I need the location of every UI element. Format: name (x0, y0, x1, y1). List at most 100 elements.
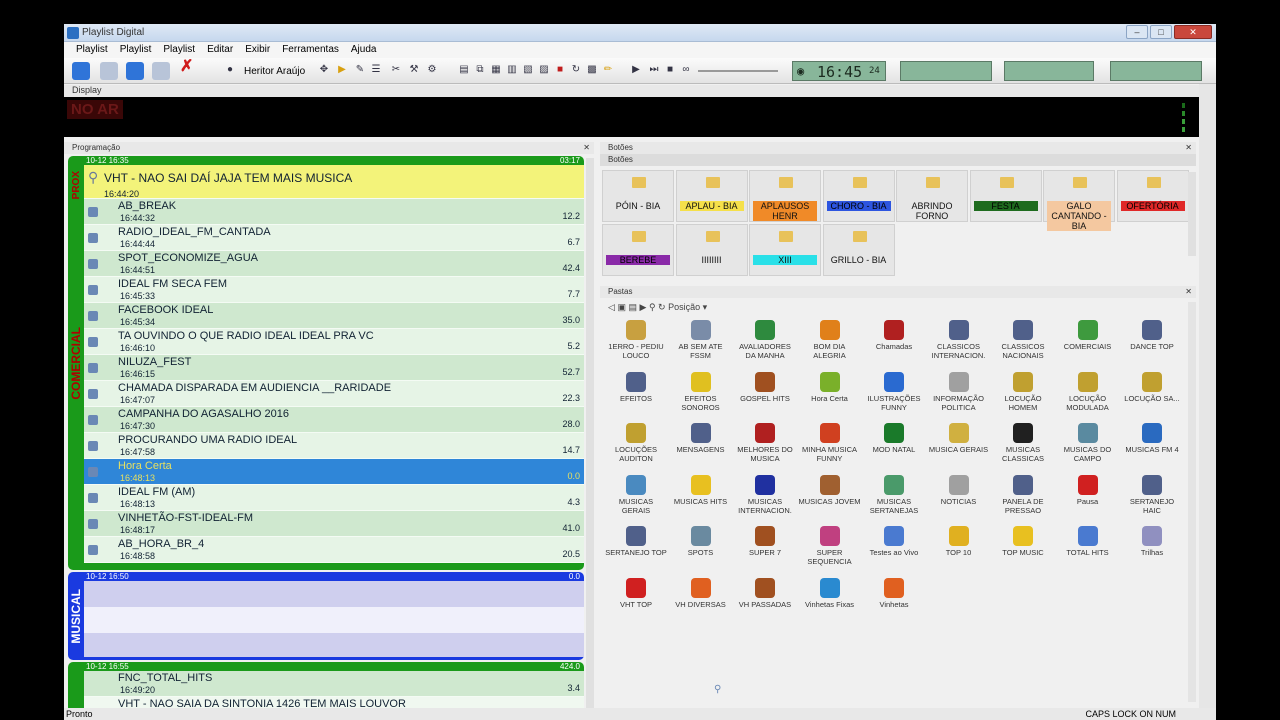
folder-item[interactable]: AVALIADORES DA MANHA (733, 320, 797, 372)
table-row[interactable]: FACEBOOK IDEAL 16:45:34 35.0 (84, 303, 584, 329)
folder-item[interactable]: EFEITOS SONOROS (669, 371, 733, 424)
wrench-icon[interactable]: ⚒ (408, 64, 420, 76)
folder-item[interactable]: MUSICAS DO CAMPO (1056, 423, 1120, 475)
folder-item[interactable]: Vinhetas Fixas (798, 577, 862, 630)
folder-item[interactable]: MELHORES DO MUSICA (733, 423, 797, 475)
edit-icon[interactable]: ✎ (354, 64, 366, 76)
empty-slot[interactable] (84, 633, 584, 657)
folder-item[interactable]: CLASSICOS INTERNACION. (927, 320, 991, 372)
table-row[interactable]: TA OUVINDO O QUE RADIO IDEAL IDEAL PRA V… (84, 329, 584, 355)
sound-button[interactable]: BEREBE (602, 224, 674, 276)
folder-item[interactable]: TOTAL HITS (1056, 526, 1120, 578)
folder-item[interactable]: TOP 10 (927, 526, 991, 578)
folder-item[interactable]: COMERCIAIS (1056, 320, 1120, 372)
pencil-icon[interactable]: ✏ (602, 64, 614, 76)
menu-item[interactable]: Playlist (120, 42, 152, 58)
table-row[interactable]: CAMPANHA DO AGASALHO 2016 16:47:30 28.0 (84, 407, 584, 433)
close-button[interactable]: ✕ (1174, 25, 1212, 39)
folder-item[interactable]: 1ERRO - PEDIU LOUCO (604, 320, 668, 372)
folder-item[interactable]: VHT TOP (604, 577, 668, 630)
table-row[interactable]: VINHETÃO-FST-IDEAL-FM 16:48:17 41.0 (84, 511, 584, 537)
folder-item[interactable]: SERTANEJO HAIC (1120, 474, 1184, 527)
record-icon[interactable]: ■ (554, 64, 566, 76)
sound-button[interactable]: GRILLO - BIA (822, 224, 895, 276)
folder-item[interactable]: LOCUÇÃO HOMEM (991, 371, 1055, 424)
sound-button[interactable]: CHORO - BIA (822, 170, 895, 222)
position-select[interactable]: Posição (668, 302, 700, 312)
refresh-icon[interactable]: ↻ (570, 64, 582, 76)
play-icon[interactable]: ▶ (640, 302, 647, 312)
folder-item[interactable]: Trilhas (1120, 526, 1184, 578)
folder-item[interactable]: INFORMAÇÃO POLITICA (927, 371, 991, 424)
image-icon[interactable]: ▨ (538, 64, 550, 76)
scrollbar[interactable] (1188, 302, 1196, 702)
sound-button[interactable]: OFERTÓRIA (1116, 170, 1189, 222)
folder-item[interactable]: BOM DIA ALEGRIA (798, 320, 862, 372)
menu-item[interactable]: Ferramentas (282, 42, 339, 58)
list-item-next[interactable]: ⚲ VHT - NAO SAI DAÍ JAJA TEM MAIS MUSICA… (84, 165, 584, 199)
sound-button[interactable]: XIII (749, 224, 821, 276)
folder-item[interactable]: SUPER SEQUENCIA (798, 526, 862, 578)
folder-item[interactable]: Chamadas (862, 320, 926, 372)
stop-small-icon[interactable]: ■ (664, 64, 676, 76)
folder-item[interactable]: PANELA DE PRESSAO (991, 474, 1055, 527)
folder-item[interactable]: MUSICA GERAIS (927, 423, 991, 475)
maximize-button[interactable]: □ (1150, 25, 1172, 39)
minimize-button[interactable]: – (1126, 25, 1148, 39)
folder-item[interactable]: VH PASSADAS (733, 577, 797, 630)
search-icon[interactable]: ⚲ (714, 684, 721, 695)
scrollbar[interactable] (586, 158, 594, 714)
folder-item[interactable]: SUPER 7 (733, 526, 797, 578)
calendar-icon[interactable]: ▧ (522, 64, 534, 76)
menu-item[interactable]: Ajuda (351, 42, 377, 58)
folder-item[interactable]: LOCUÇÃO MODULADA (1056, 371, 1120, 424)
sound-button[interactable]: GALO CANTANDO - BIA (1043, 170, 1115, 231)
sound-button[interactable]: APLAUSOS HENR (749, 170, 821, 222)
close-icon[interactable]: ✕ (1185, 142, 1192, 154)
folder-item[interactable]: GOSPEL HITS (733, 371, 797, 424)
folder-item[interactable]: SERTANEJO TOP (604, 526, 668, 578)
table-row[interactable]: SPOT_ECONOMIZE_AGUA 16:44:51 42.4 (84, 251, 584, 277)
table-row[interactable]: RADIO_IDEAL_FM_CANTADA 16:44:44 6.7 (84, 225, 584, 251)
table-row[interactable]: NILUZA_FEST 16:46:15 52.7 (84, 355, 584, 381)
scrollbar[interactable] (1188, 172, 1196, 256)
sound-button[interactable]: ABRINDO FORNO (896, 170, 968, 222)
folder-item[interactable]: Pausa (1056, 474, 1120, 527)
pause-button[interactable] (100, 62, 118, 80)
folder-item[interactable]: MUSICAS FM 4 (1120, 423, 1184, 475)
menu-item[interactable]: Editar (207, 42, 233, 58)
folder-item[interactable]: TOP MUSIC (991, 526, 1055, 578)
play-small-icon[interactable]: ▶ (630, 64, 642, 76)
chevron-down-icon[interactable]: ▾ (703, 302, 708, 312)
cancel-icon[interactable]: ✗ (180, 59, 193, 75)
save-icon[interactable]: ▤ (458, 64, 470, 76)
table-row[interactable]: CHAMADA DISPARADA EM AUDIENCIA __RARIDAD… (84, 381, 584, 407)
empty-slot[interactable] (84, 607, 584, 633)
tools-icon[interactable]: ✂ (390, 64, 402, 76)
folder-item[interactable]: LOCUÇÃO SA... (1120, 371, 1184, 424)
back-icon[interactable]: ◁ (608, 302, 615, 312)
folder-item[interactable]: Hora Certa (798, 371, 862, 424)
folder-item[interactable]: MENSAGENS (669, 423, 733, 475)
table-row[interactable]: AB_BREAK 16:44:32 12.2 (84, 199, 584, 225)
folder-item[interactable]: LOCUÇÕES AUDITON (604, 423, 668, 475)
table-row[interactable]: IDEAL FM SECA FEM 16:45:33 7.7 (84, 277, 584, 303)
list-icon[interactable]: ☰ (370, 64, 382, 76)
folder-item[interactable]: CLASSICOS NACIONAIS (991, 320, 1055, 372)
next-button[interactable] (126, 62, 144, 80)
sound-button[interactable]: PÓIN - BIA (602, 170, 674, 222)
sound-button[interactable]: IIIIIIII (675, 224, 748, 276)
table-row[interactable]: IDEAL FM (AM) 16:48:13 4.3 (84, 485, 584, 511)
folder-item[interactable]: MUSICAS GERAIS (604, 474, 668, 527)
folder-item[interactable]: MUSICAS INTERNACION. (733, 474, 797, 527)
folder-item[interactable]: Testes ao Vivo (862, 526, 926, 578)
loop-icon[interactable]: ∞ (680, 64, 692, 76)
folder-icon[interactable]: ▦ (490, 64, 502, 76)
list-icon[interactable]: ▤ (628, 302, 637, 312)
folder-item[interactable]: MUSICAS HITS (669, 474, 733, 527)
folder-item[interactable]: EFEITOS (604, 371, 668, 424)
folder-item[interactable]: ILUSTRAÇÕES FUNNY (862, 371, 926, 424)
search-icon[interactable]: ⚲ (649, 302, 656, 312)
table-row[interactable]: FNC_TOTAL_HITS 16:49:20 3.4 (84, 671, 584, 697)
copy-icon[interactable]: ⧉ (474, 64, 486, 76)
